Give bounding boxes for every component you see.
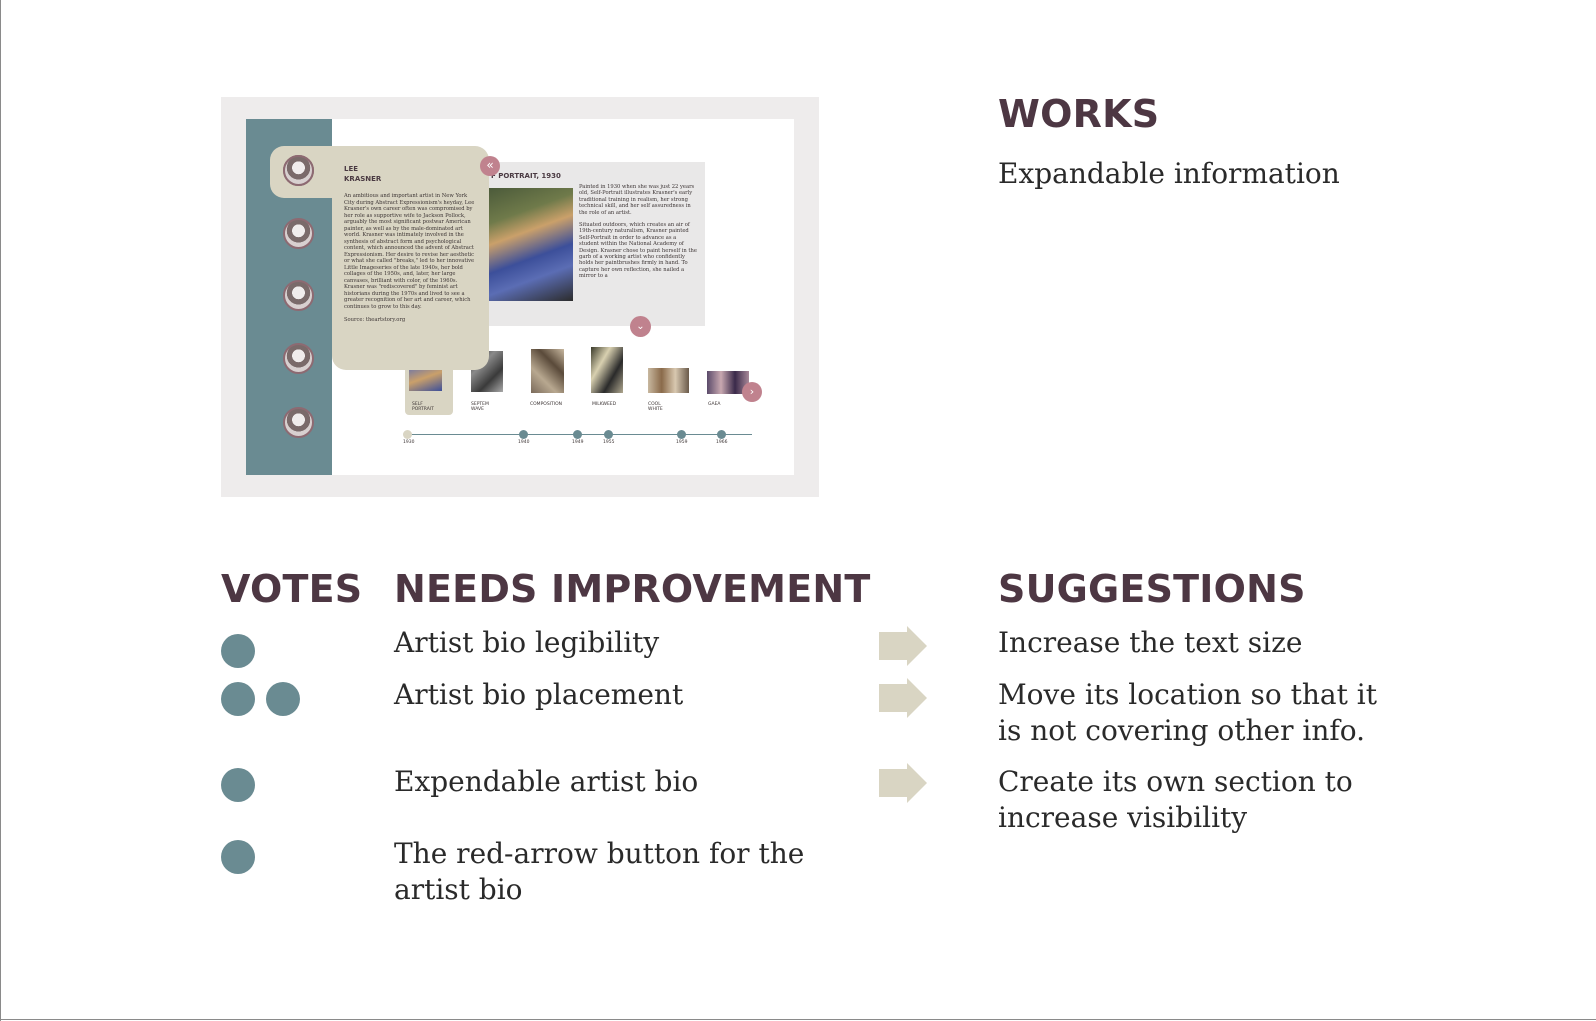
issue-text: Artist bio legibility [394, 626, 660, 659]
thumbnail-label: GAEA [708, 402, 721, 407]
timeline-year: 1940 [518, 440, 530, 445]
work-description: Painted in 1930 when she was just 22 yea… [579, 184, 697, 280]
artist-avatar-3[interactable] [283, 280, 314, 311]
timeline-dot[interactable] [604, 430, 613, 439]
timeline-dot[interactable] [677, 430, 686, 439]
timeline-year: 1930 [403, 440, 415, 445]
work-painting-image [488, 188, 573, 301]
work-paragraph-2: Situated outdoors, which creates an air … [579, 222, 697, 280]
app-mockup: F PORTRAIT, 1930 Painted in 1930 when sh… [221, 97, 819, 497]
artist-avatar-5[interactable] [283, 407, 314, 438]
arrow-right-icon [879, 626, 927, 666]
bio-text: An ambitious and important artist in New… [344, 193, 475, 310]
vote-dot [221, 634, 255, 668]
work-detail-panel: F PORTRAIT, 1930 Painted in 1930 when sh… [488, 162, 705, 326]
thumbnail-label: COOL WHITE [648, 402, 663, 412]
issue-text: The red-arrow button for the artist bio [394, 837, 805, 906]
timeline-year: 1955 [603, 440, 615, 445]
work-expand-button[interactable]: ⌄ [630, 316, 651, 337]
works-item: Expandable information [998, 157, 1340, 190]
issue-text: Expendable artist bio [394, 765, 699, 798]
suggestion-text: Increase the text size [998, 626, 1303, 659]
thumbnail-composition[interactable] [531, 349, 564, 393]
timeline-dot[interactable] [403, 430, 412, 439]
vote-dot [221, 768, 255, 802]
work-paragraph-1: Painted in 1930 when she was just 22 yea… [579, 184, 695, 216]
thumbnail-label: COMPOSITION [530, 402, 562, 407]
arrow-right-icon [879, 763, 927, 803]
artist-bio-card: LEE KRASNER An ambitious and important a… [332, 146, 489, 370]
suggestion-text: Move its location so that it is not cove… [998, 678, 1377, 747]
frame-border-left [0, 0, 1, 1021]
timeline-year: 1959 [676, 440, 688, 445]
suggestion-text: Create its own section to increase visib… [998, 765, 1353, 834]
thumbnail-label: SELF PORTRAIT [412, 402, 434, 412]
vote-dot [266, 682, 300, 716]
vote-dot [221, 682, 255, 716]
thumbnail-milkweed[interactable] [591, 347, 623, 393]
timeline-year: 1949 [572, 440, 584, 445]
votes-heading: VOTES [221, 567, 363, 611]
issue-text: Artist bio placement [394, 678, 684, 711]
timeline-dot[interactable] [519, 430, 528, 439]
bio-source: Source: theartstory.org [344, 317, 406, 323]
artist-avatar-2[interactable] [283, 218, 314, 249]
mockup-screen: F PORTRAIT, 1930 Painted in 1930 when sh… [246, 119, 794, 475]
thumbnail-label: SEPTEM WAVE [471, 402, 489, 412]
thumbnail-cool-white[interactable] [648, 368, 689, 393]
next-works-button[interactable]: › [742, 382, 762, 402]
vote-dot [221, 840, 255, 874]
suggestions-heading: SUGGESTIONS [998, 567, 1306, 611]
bio-name-last: KRASNER [344, 175, 382, 183]
frame-border-bottom [0, 1019, 1596, 1020]
thumbnail-label: MILKWEED [592, 402, 617, 407]
bio-name-first: LEE [344, 165, 359, 173]
work-title: F PORTRAIT, 1930 [491, 172, 561, 180]
works-heading: WORKS [998, 92, 1160, 136]
timeline-year: 1966 [716, 440, 728, 445]
artist-avatar-4[interactable] [283, 343, 314, 374]
needs-improvement-heading: NEEDS IMPROVEMENT [394, 567, 871, 611]
timeline-dot[interactable] [717, 430, 726, 439]
arrow-right-icon [879, 678, 927, 718]
timeline-dot[interactable] [573, 430, 582, 439]
bio-collapse-button[interactable]: « [480, 156, 500, 176]
artist-avatar-active[interactable] [283, 155, 314, 186]
